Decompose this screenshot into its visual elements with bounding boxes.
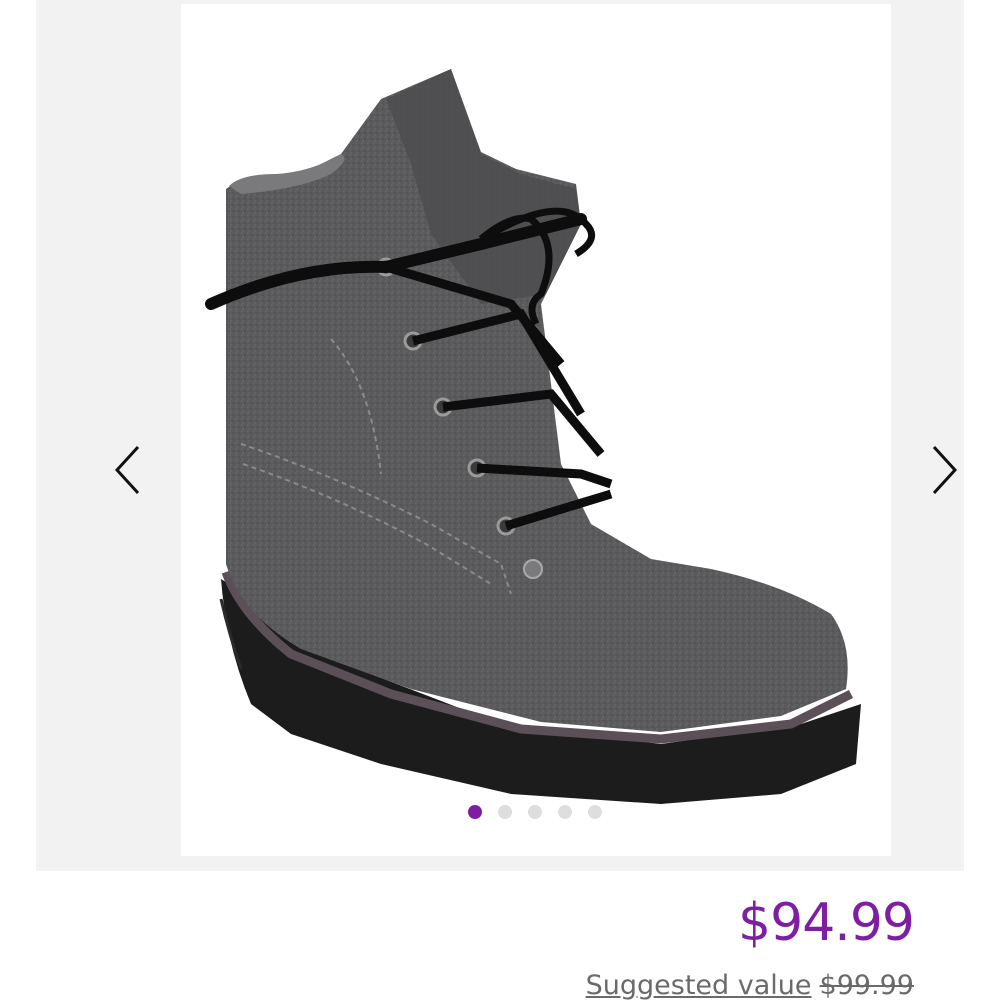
carousel-dot-3[interactable] — [528, 805, 542, 819]
carousel-dots — [468, 805, 602, 819]
boot-image — [205, 69, 861, 804]
suggested-price: $99.99 — [819, 970, 914, 1001]
carousel-dot-1[interactable] — [468, 805, 482, 819]
product-image-gallery — [36, 0, 964, 871]
chevron-right-icon — [932, 445, 958, 495]
next-image-button[interactable] — [924, 440, 964, 500]
chevron-left-icon — [114, 445, 140, 495]
carousel-dot-4[interactable] — [558, 805, 572, 819]
suggested-value: Suggested value $99.99 — [586, 968, 914, 1004]
previous-image-button[interactable] — [108, 440, 148, 500]
product-image[interactable] — [181, 4, 891, 856]
carousel-dot-5[interactable] — [588, 805, 602, 819]
carousel-dot-2[interactable] — [498, 805, 512, 819]
product-price: $94.99 — [738, 893, 915, 953]
suggested-value-label[interactable]: Suggested value — [586, 970, 812, 1001]
